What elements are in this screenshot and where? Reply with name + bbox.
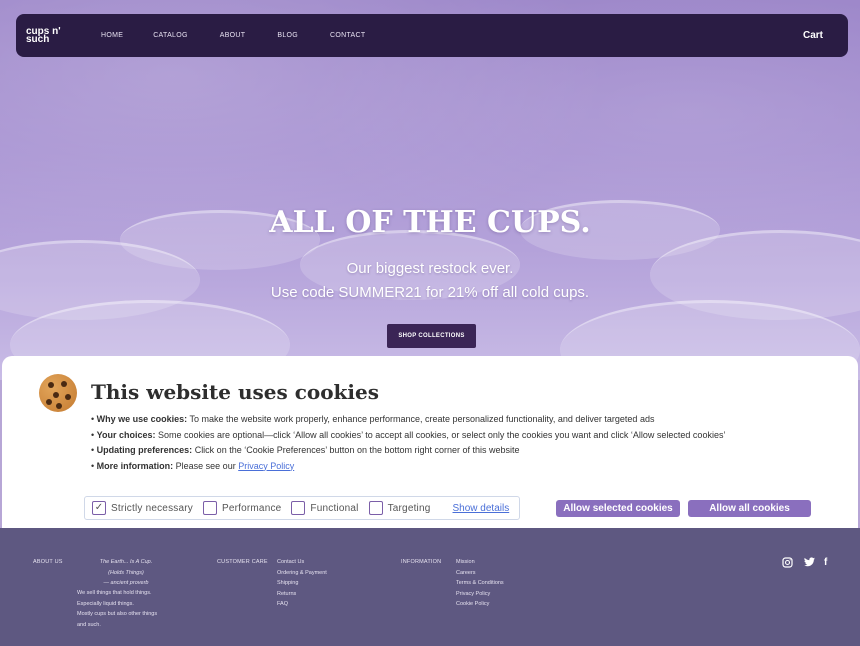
item-label: More information: [96, 460, 174, 471]
shop-collections-button[interactable]: SHOP COLLECTIONS [387, 324, 476, 348]
hero-section: cups n' such HOME CATALOG ABOUT BLOG CON… [0, 0, 860, 380]
information-heading: INFORMATION [401, 559, 442, 565]
facebook-icon[interactable]: f [824, 557, 827, 568]
hero-subtitle-2: Use code SUMMER21 for 21% off all cold c… [270, 284, 590, 301]
footer-link-contact-us[interactable]: Contact Us [277, 557, 327, 568]
performance-checkbox[interactable] [202, 501, 217, 515]
blurb-line: We sell things that hold things. [77, 590, 152, 596]
item-text: To make the website work properly, enhan… [187, 414, 655, 424]
footer-link-mission[interactable]: Mission [456, 557, 504, 568]
twitter-icon[interactable] [804, 557, 815, 570]
quote-line: — ancient proverb [103, 580, 149, 586]
item-text: Click on the ‘Cookie Preferences’ button… [192, 445, 520, 455]
hero-subtitle-1: Our biggest restock ever. [346, 260, 514, 277]
logo-line-2: such [26, 33, 50, 45]
footer-link-ordering-payment[interactable]: Ordering & Payment [277, 568, 327, 579]
information-links: Mission Careers Terms & Conditions Priva… [456, 557, 504, 610]
footer-link-careers[interactable]: Careers [456, 568, 504, 579]
strictly-necessary-label: Strictly necessary [111, 502, 193, 514]
item-label: Updating preferences: [96, 445, 193, 455]
item-label: Why we use cookies: [96, 414, 188, 424]
list-item: Updating preferences: Click on the ‘Cook… [91, 443, 725, 459]
targeting-label: Targeting [387, 502, 431, 514]
nav-catalog[interactable]: CATALOG [153, 32, 188, 39]
customer-care-heading: CUSTOMER CARE [217, 559, 268, 565]
quote-line: (Holds Things) [108, 569, 144, 576]
performance-label: Performance [221, 502, 282, 514]
footer-link-faq[interactable]: FAQ [277, 599, 327, 610]
blurb-line: and such. [77, 621, 101, 628]
hero-title: ALL OF THE CUPS. [269, 205, 591, 240]
allow-all-cookies-button[interactable]: Allow all cookies [688, 500, 811, 517]
cookie-title: This website uses cookies [91, 380, 379, 404]
nav-home[interactable]: HOME [101, 32, 123, 39]
footer-link-returns[interactable]: Returns [277, 589, 327, 600]
item-text: Some cookies are optional—click ‘Allow a… [155, 429, 726, 440]
footer-link-privacy-policy[interactable]: Privacy Policy [456, 589, 504, 600]
customer-care-links: Contact Us Ordering & Payment Shipping R… [277, 557, 327, 610]
targeting-checkbox[interactable] [368, 501, 383, 515]
nav-blog[interactable]: BLOG [277, 32, 298, 39]
list-item: Your choices: Some cookies are optional—… [91, 428, 726, 444]
allow-selected-cookies-button[interactable]: Allow selected cookies [556, 500, 680, 517]
footer-link-terms[interactable]: Terms & Conditions [456, 578, 504, 589]
blurb-line: Especially liquid things. [77, 600, 134, 607]
cookie-banner: This website uses cookies Why we use coo… [2, 356, 858, 528]
cookie-info-list: Why we use cookies: To make the website … [91, 412, 726, 475]
functional-checkbox[interactable] [291, 501, 306, 515]
nav-links: HOME CATALOG ABOUT BLOG CONTACT [101, 32, 397, 39]
about-us-heading: ABOUT US [33, 559, 63, 565]
quote-line: The Earth... Is A Cup. [99, 559, 153, 565]
blurb-line: Mostly cups but also other things [77, 611, 158, 617]
cart-link[interactable]: Cart [803, 30, 823, 41]
list-item: Why we use cookies: To make the website … [91, 412, 725, 428]
footer-link-shipping[interactable]: Shipping [277, 578, 327, 589]
strictly-necessary-checkbox[interactable] [92, 501, 106, 515]
nav-about[interactable]: ABOUT [220, 32, 246, 39]
site-logo[interactable]: cups n' such [26, 26, 86, 45]
list-item: More information: Please see our Privacy… [91, 459, 725, 475]
cookie-icon [39, 374, 77, 412]
instagram-icon[interactable] [782, 557, 793, 571]
cookie-preferences-group: Strictly necessary Performance Functiona… [84, 496, 520, 520]
item-text: Please see our [173, 460, 239, 471]
privacy-policy-link[interactable]: Privacy Policy [238, 461, 294, 471]
show-details-link[interactable]: Show details [453, 503, 510, 514]
top-navbar: cups n' such HOME CATALOG ABOUT BLOG CON… [16, 14, 848, 57]
nav-contact[interactable]: CONTACT [330, 32, 365, 39]
functional-label: Functional [310, 502, 359, 514]
item-label: Your choices: [96, 429, 156, 440]
footer-blurb: We sell things that hold things. Especia… [77, 588, 157, 630]
footer-quote: The Earth... Is A Cup. (Holds Things) — … [80, 557, 172, 589]
site-footer: ABOUT US The Earth... Is A Cup. (Holds T… [0, 528, 860, 646]
footer-link-cookie-policy[interactable]: Cookie Policy [456, 599, 504, 610]
